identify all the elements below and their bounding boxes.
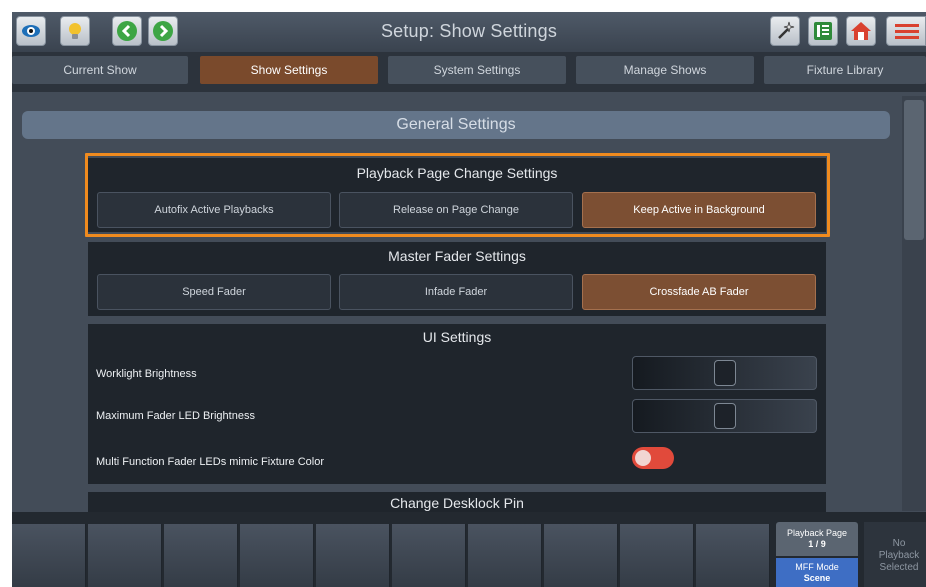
playback-page-widget[interactable]: Playback Page 1 / 9 MFF Mode Scene — [776, 522, 858, 587]
desklock-pin-section[interactable]: Change Desklock Pin — [88, 492, 826, 512]
mff-leds-mimic-color-toggle[interactable] — [632, 447, 674, 469]
section-title: Master Fader Settings — [388, 248, 526, 264]
tab-fixture-library[interactable]: Fixture Library — [764, 56, 926, 84]
option-label: Crossfade AB Fader — [649, 286, 749, 298]
playback-slot[interactable] — [240, 524, 314, 587]
option-label: Speed Fader — [182, 286, 246, 298]
no-playback-selected-status: No Playback Selected — [864, 522, 926, 587]
menu-icon[interactable] — [886, 16, 926, 46]
section-title: UI Settings — [422, 329, 492, 345]
status-line: Selected — [879, 562, 919, 573]
mff-mode-value: Scene — [803, 573, 831, 583]
tab-label: System Settings — [433, 63, 521, 77]
slider-handle[interactable] — [714, 360, 736, 386]
option-label: Autofix Active Playbacks — [154, 204, 274, 216]
infade-fader-button[interactable]: Infade Fader — [339, 274, 573, 310]
mff-leds-mimic-color-label: Multi Function Fader LEDs mimic Fixture … — [96, 456, 325, 468]
tab-manage-shows[interactable]: Manage Shows — [576, 56, 754, 84]
tab-system-settings[interactable]: System Settings — [388, 56, 566, 84]
mff-mode-label: MFF Mode — [795, 562, 839, 572]
crossfade-ab-fader-button[interactable]: Crossfade AB Fader — [582, 274, 816, 310]
max-fader-led-brightness-slider[interactable] — [632, 399, 817, 433]
mff-mode-button[interactable]: MFF Mode Scene — [776, 558, 858, 587]
option-label: Infade Fader — [424, 286, 488, 298]
option-label: Release on Page Change — [393, 204, 519, 216]
playback-slot[interactable] — [88, 524, 162, 587]
tab-show-settings[interactable]: Show Settings — [200, 56, 378, 84]
magic-wand-icon[interactable] — [770, 16, 800, 46]
autofix-active-playbacks-button[interactable]: Autofix Active Playbacks — [97, 192, 331, 228]
playback-slot[interactable] — [164, 524, 238, 587]
playback-page-value: 1 / 9 — [808, 539, 826, 549]
toggle-knob — [635, 450, 651, 466]
worklight-brightness-slider[interactable] — [632, 356, 817, 390]
slider-handle[interactable] — [714, 403, 736, 429]
tab-label: Show Settings — [250, 63, 328, 77]
playback-slot[interactable] — [468, 524, 542, 587]
playback-page-button[interactable]: Playback Page 1 / 9 — [776, 522, 858, 556]
speed-fader-button[interactable]: Speed Fader — [97, 274, 331, 310]
status-line: Playback — [878, 550, 920, 561]
general-settings-header: General Settings — [22, 111, 890, 139]
section-title: Change Desklock Pin — [390, 495, 524, 511]
tab-label: Current Show — [63, 63, 137, 77]
keep-active-in-background-button[interactable]: Keep Active in Background — [582, 192, 816, 228]
release-on-page-change-button[interactable]: Release on Page Change — [339, 192, 573, 228]
playback-slot[interactable] — [392, 524, 466, 587]
playback-page-label: Playback Page — [786, 528, 848, 538]
title-bar: Setup: Show Settings — [12, 12, 926, 52]
playback-slot[interactable] — [12, 524, 86, 587]
tab-label: Manage Shows — [623, 63, 707, 77]
status-line: No — [892, 538, 906, 549]
tab-label: Fixture Library — [806, 63, 884, 77]
worklight-brightness-label: Worklight Brightness — [96, 368, 197, 380]
playback-slot[interactable] — [316, 524, 390, 587]
tab-current-show[interactable]: Current Show — [12, 56, 188, 84]
tab-bar: Current Show Show Settings System Settin… — [12, 52, 926, 88]
playback-slot[interactable] — [620, 524, 694, 587]
channel-grid-icon[interactable] — [808, 16, 838, 46]
home-icon[interactable] — [846, 16, 876, 46]
scrollbar-thumb[interactable] — [904, 100, 924, 240]
playback-slot[interactable] — [696, 524, 770, 587]
section-title: Playback Page Change Settings — [356, 165, 558, 181]
option-label: Keep Active in Background — [633, 204, 765, 216]
max-fader-led-brightness-label: Maximum Fader LED Brightness — [96, 410, 255, 422]
playback-slot[interactable] — [544, 524, 618, 587]
